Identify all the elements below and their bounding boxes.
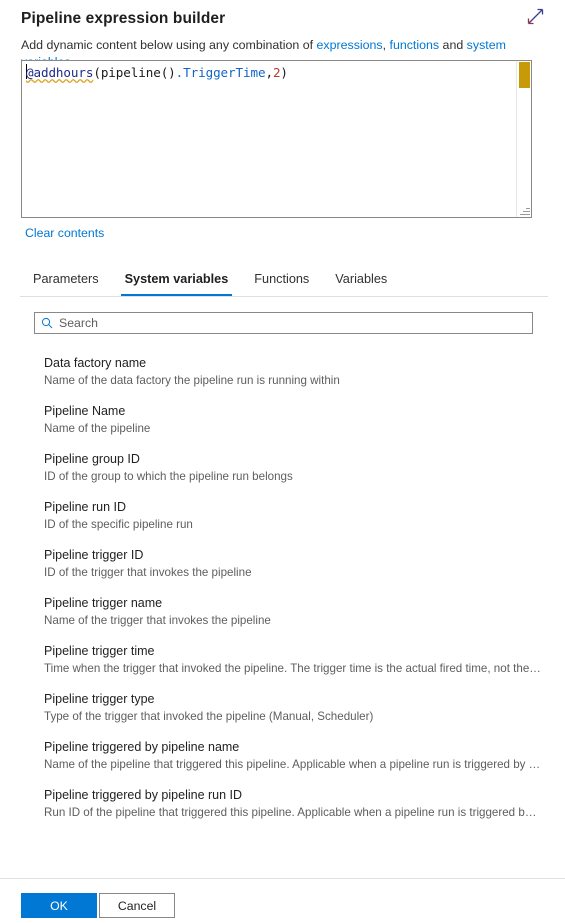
tab-functions[interactable]: Functions	[241, 268, 322, 296]
list-item[interactable]: Pipeline trigger name Name of the trigge…	[44, 595, 549, 628]
variable-description: ID of the specific pipeline run	[44, 518, 193, 531]
clear-contents-link[interactable]: Clear contents	[25, 226, 104, 240]
token-close-paren: )	[280, 65, 288, 80]
tab-variables[interactable]: Variables	[322, 268, 400, 296]
variable-description: Run ID of the pipeline that triggered th…	[44, 806, 541, 819]
list-item[interactable]: Pipeline trigger ID ID of the trigger th…	[44, 547, 549, 580]
expand-diagonal-icon[interactable]	[522, 4, 548, 28]
variable-description: ID of the trigger that invokes the pipel…	[44, 566, 252, 579]
list-item[interactable]: Pipeline triggered by pipeline name Name…	[44, 739, 549, 772]
variable-name: Pipeline triggered by pipeline name	[44, 740, 240, 754]
search-box[interactable]	[34, 312, 533, 334]
variable-description: Name of the pipeline that triggered this…	[44, 758, 541, 771]
list-item[interactable]: Pipeline run ID ID of the specific pipel…	[44, 499, 549, 532]
editor-resize-grip[interactable]	[518, 204, 530, 216]
variable-description: Type of the trigger that invoked the pip…	[44, 710, 374, 723]
list-item[interactable]: Pipeline trigger time Time when the trig…	[44, 643, 549, 676]
variable-name: Pipeline trigger ID	[44, 548, 144, 562]
token-comma: ,	[265, 65, 273, 80]
token-pipeline: pipeline	[100, 65, 161, 80]
link-functions[interactable]: functions	[390, 38, 440, 52]
editor-scrollbar-thumb[interactable]	[519, 62, 530, 88]
list-item[interactable]: Pipeline trigger type Type of the trigge…	[44, 691, 549, 724]
token-property: .TriggerTime	[175, 65, 266, 80]
token-function: @addhours	[26, 65, 94, 80]
description-conjunction: and	[439, 38, 467, 52]
page-title: Pipeline expression builder	[21, 10, 226, 27]
variable-name: Pipeline triggered by pipeline run ID	[44, 788, 243, 802]
variable-description: Name of the data factory the pipeline ru…	[44, 374, 340, 387]
tab-parameters[interactable]: Parameters	[20, 268, 112, 296]
variable-description: ID of the group to which the pipeline ru…	[44, 470, 293, 483]
variable-name: Pipeline trigger name	[44, 596, 163, 610]
search-glyph	[41, 317, 53, 329]
variable-name: Data factory name	[44, 356, 147, 370]
variable-name: Pipeline Name	[44, 404, 126, 418]
description-comma: ,	[382, 38, 390, 52]
token-open-paren: (	[93, 65, 101, 80]
resize-line-2	[523, 211, 530, 212]
variable-name: Pipeline run ID	[44, 500, 126, 514]
variable-name: Pipeline trigger time	[44, 644, 155, 658]
token-empty-parens: ()	[160, 65, 176, 80]
expression-editor[interactable]: @addhours(pipeline().TriggerTime,2)	[21, 60, 532, 218]
expand-diagonal-glyph	[527, 8, 543, 24]
tab-system-variables[interactable]: System variables	[112, 268, 242, 296]
variable-description: Time when the trigger that invoked the p…	[44, 662, 541, 675]
variable-description: Name of the trigger that invokes the pip…	[44, 614, 271, 627]
search-input[interactable]	[59, 316, 526, 330]
variable-name: Pipeline trigger type	[44, 692, 155, 706]
expression-text[interactable]: @addhours(pipeline().TriggerTime,2)	[26, 64, 513, 81]
panel-header: Pipeline expression builder	[0, 0, 565, 30]
dialog-footer: OK Cancel	[0, 878, 565, 923]
variable-description: Name of the pipeline	[44, 422, 151, 435]
list-item[interactable]: Pipeline triggered by pipeline run ID Ru…	[44, 787, 549, 820]
search-icon	[41, 317, 53, 329]
list-item[interactable]: Pipeline group ID ID of the group to whi…	[44, 451, 549, 484]
tab-bar: Parameters System variables Functions Va…	[20, 268, 548, 297]
description-prefix: Add dynamic content below using any comb…	[21, 38, 317, 52]
cancel-button[interactable]: Cancel	[99, 893, 175, 918]
link-expressions[interactable]: expressions	[317, 38, 383, 52]
list-item[interactable]: Pipeline Name Name of the pipeline	[44, 403, 549, 436]
resize-line-3	[526, 208, 530, 209]
resize-line-1	[520, 214, 530, 215]
system-variables-list: Data factory name Name of the data facto…	[44, 355, 549, 835]
editor-scrollbar[interactable]	[516, 61, 531, 217]
variable-name: Pipeline group ID	[44, 452, 140, 466]
ok-button[interactable]: OK	[21, 893, 97, 918]
list-item[interactable]: Data factory name Name of the data facto…	[44, 355, 549, 388]
